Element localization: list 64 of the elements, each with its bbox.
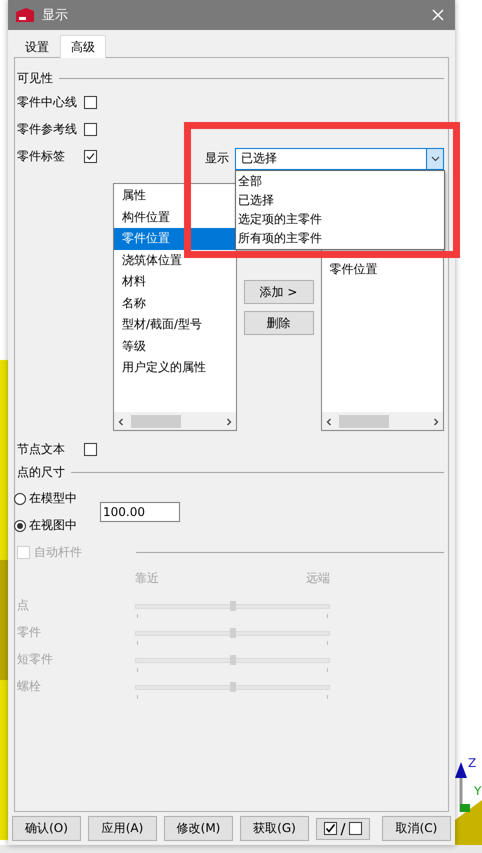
dialog-button[interactable]: 获取(G) <box>240 816 309 841</box>
slider-label: 螺栓 <box>17 678 42 695</box>
slider[interactable] <box>135 600 330 618</box>
list-item[interactable]: 型材/截面/型号 <box>114 314 236 336</box>
horizontal-scrollbar[interactable] <box>322 412 443 430</box>
checkbox-label: 零件参考线 <box>17 121 78 138</box>
radio-label: 在视图中 <box>29 517 77 534</box>
list-action-button[interactable]: 删除 <box>244 311 314 335</box>
checkbox-label: 节点文本 <box>17 440 66 458</box>
dialog-button[interactable]: 确认(O) <box>12 816 81 841</box>
check-all-toggle[interactable]: / <box>316 818 370 840</box>
scale-label: 靠近 <box>135 570 159 587</box>
list-item[interactable]: 属性 <box>114 185 236 206</box>
scale-label: 远端 <box>306 570 330 587</box>
dialog-button[interactable]: 应用(A) <box>88 816 157 841</box>
slider[interactable] <box>135 628 330 646</box>
list-item[interactable]: 零件位置 <box>322 259 443 280</box>
radio-label: 在模型中 <box>29 490 77 507</box>
field-label: 显示 <box>205 150 229 167</box>
slider[interactable] <box>135 682 330 700</box>
dropdown-option[interactable]: 选定项的主零件 <box>236 210 444 228</box>
checkbox[interactable] <box>84 442 97 456</box>
slider-label: 点 <box>17 597 30 614</box>
dialog-button[interactable]: 修改(M) <box>164 816 233 841</box>
empty-box-icon <box>348 822 362 835</box>
chevron-down-icon <box>430 156 440 162</box>
radio-button[interactable] <box>14 492 26 504</box>
slider[interactable] <box>135 654 330 672</box>
list-item[interactable]: 浇筑体位置 <box>114 250 236 271</box>
dropdown-option[interactable]: 已选择 <box>236 190 444 210</box>
slider-label: 短零件 <box>17 651 54 668</box>
axis-label: Y <box>474 784 482 798</box>
list-item[interactable]: 零件位置 <box>114 228 236 250</box>
checkbox-label: 零件中心线 <box>17 94 78 111</box>
radio-button[interactable] <box>14 520 26 532</box>
scroll-right-icon[interactable] <box>224 418 232 426</box>
dialog-button[interactable]: 取消(C) <box>382 816 451 841</box>
horizontal-scrollbar[interactable] <box>114 412 236 430</box>
list-item[interactable]: 构件位置 <box>114 206 236 228</box>
scroll-left-icon[interactable] <box>324 418 332 426</box>
tab[interactable]: 高级 <box>60 35 106 58</box>
checked-box-icon <box>324 822 338 835</box>
list-action-button[interactable]: 添加 > <box>244 280 314 304</box>
checkbox[interactable] <box>84 123 97 136</box>
section-heading: 可见性 <box>17 70 53 86</box>
list-item[interactable]: 材料 <box>114 271 236 292</box>
slider-label: 零件 <box>17 624 42 641</box>
list-item[interactable]: 用户定义的属性 <box>114 357 236 378</box>
axis-label: Z <box>468 756 476 770</box>
list-item[interactable]: 等级 <box>114 336 236 357</box>
dropdown-option[interactable]: 全部 <box>236 172 444 190</box>
checkbox[interactable] <box>84 96 97 109</box>
scroll-left-icon[interactable] <box>117 418 125 426</box>
scroll-right-icon[interactable] <box>432 418 440 426</box>
list-item[interactable]: 名称 <box>114 292 236 314</box>
app-icon <box>16 8 34 22</box>
window-title: 显示 <box>42 7 69 24</box>
checkbox-label: 零件标签 <box>17 148 66 165</box>
checkbox-label: 自动杆件 <box>34 544 82 560</box>
dropdown-option[interactable]: 所有项的主零件 <box>236 228 444 248</box>
section-heading: 点的尺寸 <box>17 464 65 480</box>
display-dropdown[interactable]: 已选择 <box>235 148 444 170</box>
size-input[interactable]: 100.00 <box>100 502 180 522</box>
checkbox[interactable] <box>84 150 97 163</box>
